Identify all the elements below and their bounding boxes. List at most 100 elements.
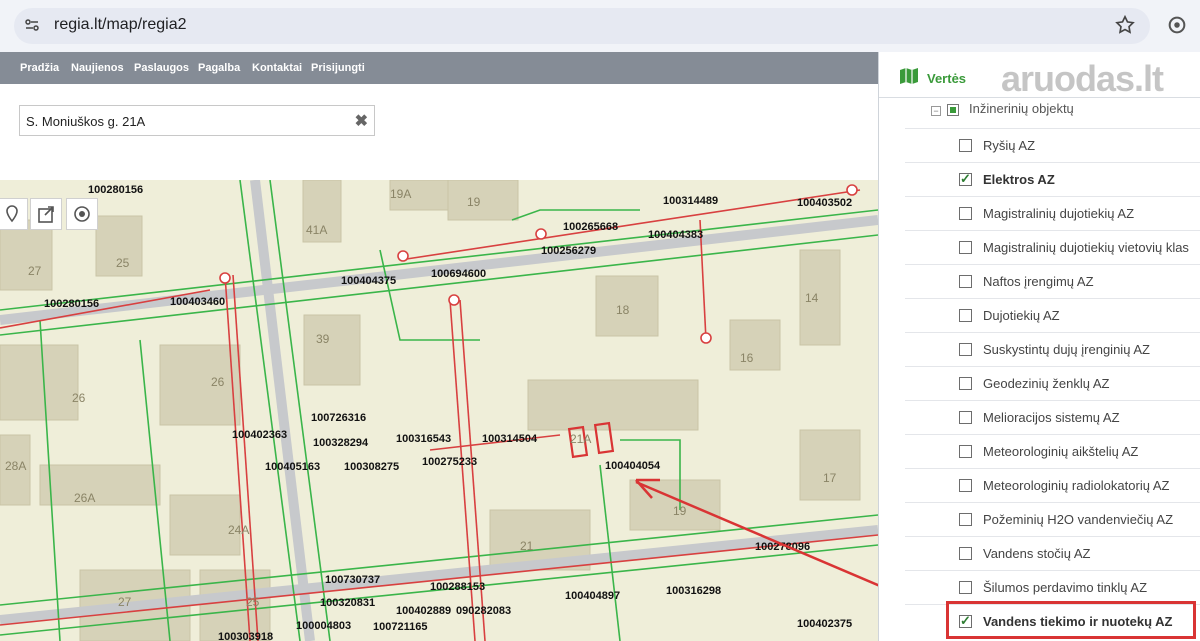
layer-label[interactable]: Magistralinių dujotiekių AZ: [983, 206, 1134, 221]
layer-group-row[interactable]: − Inžinerinių objektų: [879, 98, 1200, 124]
building-number: 24A: [228, 523, 249, 537]
url-text[interactable]: regia.lt/map/regia2: [54, 16, 187, 34]
nav-home[interactable]: Pradžia: [20, 62, 59, 74]
layer-checkbox[interactable]: [959, 411, 972, 424]
layer-row[interactable]: Magistralinių dujotiekių AZ: [905, 196, 1200, 230]
group-checkbox[interactable]: [947, 104, 959, 116]
building-number: 19A: [390, 187, 411, 201]
map-tool-pin[interactable]: [0, 198, 28, 230]
layer-row[interactable]: Elektros AZ: [905, 162, 1200, 196]
clear-search-icon[interactable]: ✖: [355, 111, 368, 131]
layer-row[interactable]: Suskystintų dujų įrenginių AZ: [905, 332, 1200, 366]
layer-label[interactable]: Magistralinių dujotiekių vietovių klas: [983, 240, 1189, 255]
building: [0, 219, 53, 291]
layer-checkbox[interactable]: [959, 581, 972, 594]
layer-label[interactable]: Dujotiekių AZ: [983, 308, 1060, 323]
layer-label[interactable]: Melioracijos sistemų AZ: [983, 410, 1120, 425]
building: [799, 429, 861, 501]
cadastral-label: 100314504: [482, 433, 538, 445]
layer-row[interactable]: Meteorologinių aikštelių AZ: [905, 434, 1200, 468]
cadastral-label: 100004803: [296, 620, 351, 632]
nav-services[interactable]: Paslaugos: [134, 62, 189, 74]
extension-icon[interactable]: [1166, 14, 1188, 36]
layer-checkbox[interactable]: [959, 275, 972, 288]
utility-node: [448, 294, 460, 306]
layer-row[interactable]: Meteorologinių radiolokatorių AZ: [905, 468, 1200, 502]
cadastral-label: 100403502: [797, 197, 852, 209]
address-search-input[interactable]: S. Moniuškos g. 21A ✖: [19, 105, 375, 136]
layer-checkbox[interactable]: [959, 241, 972, 254]
locate-icon: [74, 206, 90, 222]
building-number: 39: [316, 332, 330, 346]
layer-row[interactable]: Požeminių H2O vandenviečių AZ: [905, 502, 1200, 536]
annotation-highlight-box: [946, 601, 1196, 639]
map-tool-locate[interactable]: [66, 198, 98, 230]
layer-label[interactable]: Geodezinių ženklų AZ: [983, 376, 1109, 391]
layer-label[interactable]: Elektros AZ: [983, 172, 1055, 187]
map-tool-share[interactable]: [30, 198, 62, 230]
layer-checkbox[interactable]: [959, 309, 972, 322]
nav-help[interactable]: Pagalba: [198, 62, 240, 74]
layer-row[interactable]: Magistralinių dujotiekių vietovių klas: [905, 230, 1200, 264]
layer-label[interactable]: Požeminių H2O vandenviečių AZ: [983, 512, 1173, 527]
layer-checkbox[interactable]: [959, 207, 972, 220]
layer-checkbox[interactable]: [959, 547, 972, 560]
utility-node: [535, 228, 547, 240]
utility-node: [219, 272, 231, 284]
map-canvas[interactable]: 19A 19 41A 27 25 39 18 14 16 26 26 28A 2…: [0, 180, 878, 641]
cadastral-label: 100275233: [422, 456, 477, 468]
layer-checkbox[interactable]: [959, 171, 972, 187]
watermark-logo: aruodas.lt: [1001, 58, 1164, 99]
site-settings-icon[interactable]: [24, 17, 40, 33]
bookmark-star-icon[interactable]: [1114, 14, 1136, 36]
utility-node: [397, 250, 409, 262]
nav-news[interactable]: Naujienos: [71, 62, 124, 74]
search-area: S. Moniuškos g. 21A ✖: [0, 84, 878, 180]
layer-row[interactable]: Ryšių AZ: [905, 128, 1200, 162]
building-number: 26: [211, 375, 225, 389]
nav-contacts[interactable]: Kontaktai: [252, 62, 302, 74]
collapse-toggle-icon[interactable]: −: [931, 106, 941, 116]
panel-title[interactable]: Vertės: [927, 71, 966, 86]
panel-header: Vertės aruodas.lt: [879, 52, 1200, 99]
map-graphics: 19A 19 41A 27 25 39 18 14 16 26 26 28A 2…: [0, 180, 878, 641]
nav-login[interactable]: Prisijungti: [311, 62, 365, 74]
building: [159, 344, 241, 426]
layer-row[interactable]: Dujotiekių AZ: [905, 298, 1200, 332]
browser-toolbar: regia.lt/map/regia2: [0, 0, 1200, 52]
building-number: 26: [72, 391, 86, 405]
search-value[interactable]: S. Moniuškos g. 21A: [26, 114, 145, 129]
layer-row[interactable]: Geodezinių ženklų AZ: [905, 366, 1200, 400]
layer-label[interactable]: Meteorologinių radiolokatorių AZ: [983, 478, 1169, 493]
building: [39, 464, 161, 506]
layer-row[interactable]: Melioracijos sistemų AZ: [905, 400, 1200, 434]
layer-checkbox[interactable]: [959, 377, 972, 390]
layer-label[interactable]: Suskystintų dujų įrenginių AZ: [983, 342, 1150, 357]
layer-checkbox[interactable]: [959, 343, 972, 356]
cadastral-label: 100726316: [311, 412, 366, 424]
share-icon: [38, 206, 54, 223]
cadastral-label: 100316543: [396, 433, 451, 445]
building-number: 25: [246, 595, 260, 609]
layer-checkbox[interactable]: [959, 479, 972, 492]
building-number: 41A: [306, 223, 327, 237]
layer-checkbox[interactable]: [959, 139, 972, 152]
layer-row[interactable]: Šilumos perdavimo tinklų AZ: [905, 570, 1200, 604]
layer-label[interactable]: Šilumos perdavimo tinklų AZ: [983, 580, 1147, 595]
building-number: 25: [116, 256, 130, 270]
layer-label[interactable]: Vandens stočių AZ: [983, 546, 1090, 561]
pin-icon: [6, 205, 18, 223]
layer-row[interactable]: Vandens stočių AZ: [905, 536, 1200, 570]
layer-checkbox[interactable]: [959, 513, 972, 526]
layers-panel: Vertės aruodas.lt − Inžinerinių objektų …: [878, 52, 1200, 641]
utility-node: [700, 332, 712, 344]
layer-label[interactable]: Naftos įrengimų AZ: [983, 274, 1094, 289]
cadastral-label: 100404897: [565, 590, 620, 602]
building-number: 19: [673, 504, 687, 518]
layer-checkbox[interactable]: [959, 445, 972, 458]
cadastral-label: 100405163: [265, 461, 320, 473]
layer-row[interactable]: Naftos įrengimų AZ: [905, 264, 1200, 298]
building-number: 27: [28, 264, 42, 278]
layer-label[interactable]: Ryšių AZ: [983, 138, 1035, 153]
layer-label[interactable]: Meteorologinių aikštelių AZ: [983, 444, 1138, 459]
